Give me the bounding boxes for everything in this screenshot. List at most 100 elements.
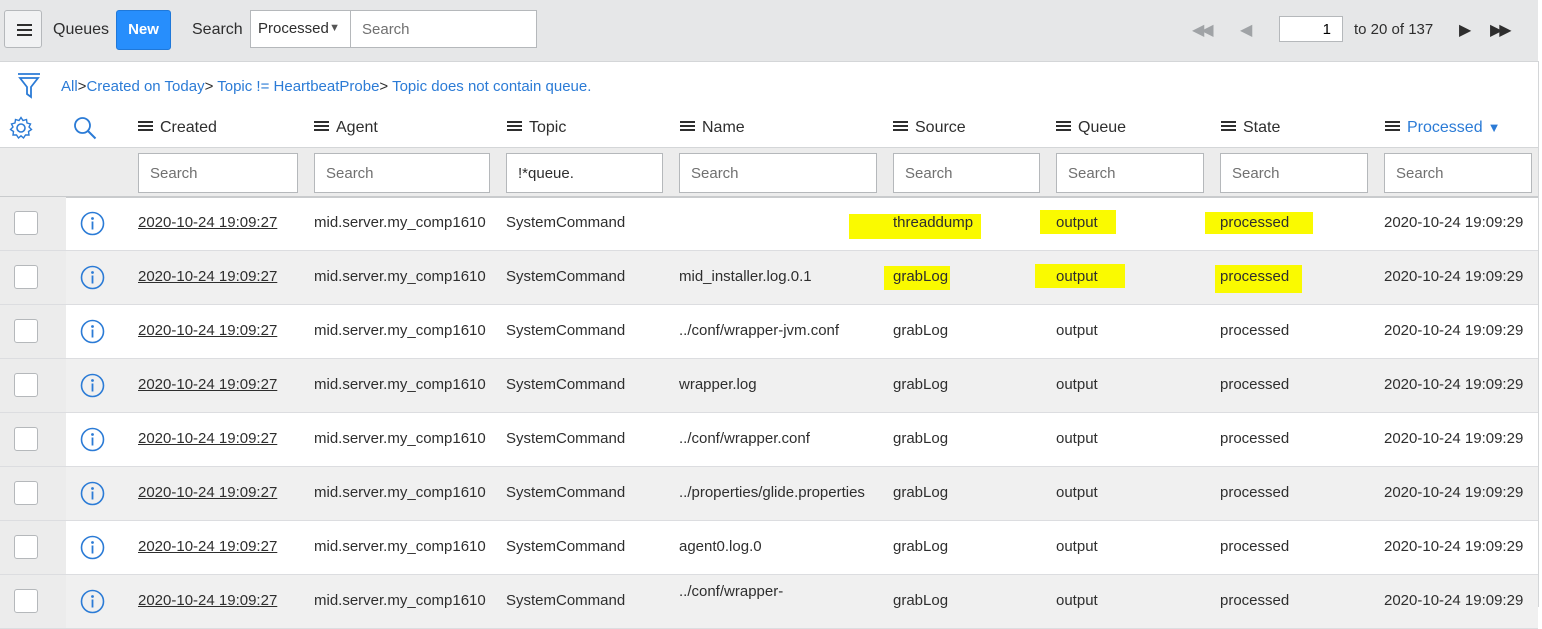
row-checkbox[interactable] [14, 589, 38, 613]
filter-state-input[interactable] [1220, 153, 1368, 193]
filter-topic-input[interactable] [506, 153, 663, 193]
cell-name: ../conf/wrapper-jvm.conf [679, 322, 840, 339]
cell-queue: output [1056, 322, 1098, 339]
row-checkbox[interactable] [14, 481, 38, 505]
column-header-name[interactable]: Name [680, 119, 745, 137]
breadcrumb-item-created[interactable]: Created on Today [86, 78, 204, 95]
cell-state: processed [1220, 214, 1290, 231]
row-checkbox[interactable] [14, 319, 38, 343]
column-header-processed[interactable]: Processed ▼ [1385, 119, 1500, 137]
cell-processed: 2020-10-24 19:09:29 [1384, 376, 1524, 393]
search-field-value: Processed [258, 20, 329, 37]
cell-name: ../conf/wrapper- [679, 583, 784, 600]
column-menu-icon[interactable] [507, 119, 522, 133]
first-page-icon[interactable]: ◀◀ [1192, 20, 1214, 40]
info-icon[interactable] [80, 481, 105, 506]
breadcrumb-item-topic-queue[interactable]: Topic does not contain queue. [392, 78, 591, 95]
last-page-icon[interactable]: ▶▶ [1490, 20, 1512, 40]
column-menu-icon[interactable] [138, 119, 153, 133]
filter-processed-input[interactable] [1384, 153, 1532, 193]
cell-agent: mid.server.my_comp1610 [314, 592, 486, 609]
column-header-topic[interactable]: Topic [507, 119, 566, 137]
row-checkbox[interactable] [14, 373, 38, 397]
cell-name: ../conf/wrapper.conf [679, 430, 810, 447]
cell-topic: SystemCommand [506, 538, 626, 555]
cell-processed: 2020-10-24 19:09:29 [1384, 214, 1524, 231]
cell-name: ../properties/glide.properties [679, 484, 865, 501]
row-checkbox[interactable] [14, 427, 38, 451]
info-icon[interactable] [80, 211, 105, 236]
column-header-source[interactable]: Source [893, 119, 966, 137]
filter-name-input[interactable] [679, 153, 877, 193]
column-menu-icon[interactable] [893, 119, 908, 133]
filter-queue-input[interactable] [1056, 153, 1204, 193]
info-icon[interactable] [80, 589, 105, 614]
column-header-queue[interactable]: Queue [1056, 119, 1126, 137]
info-icon[interactable] [80, 373, 105, 398]
dropdown-arrow-icon: ▼ [329, 22, 340, 34]
cell-created[interactable]: 2020-10-24 19:09:27 [138, 430, 277, 447]
cell-created[interactable]: 2020-10-24 19:09:27 [138, 214, 277, 231]
new-button[interactable]: New [116, 10, 171, 50]
search-icon[interactable] [73, 116, 97, 140]
search-label: Search [192, 21, 243, 38]
column-header-agent[interactable]: Agent [314, 119, 378, 137]
cell-agent: mid.server.my_comp1610 [314, 484, 486, 501]
info-icon[interactable] [80, 319, 105, 344]
filter-icon[interactable] [17, 72, 41, 100]
cell-created[interactable]: 2020-10-24 19:09:27 [138, 538, 277, 555]
menu-icon[interactable] [4, 10, 42, 48]
column-menu-icon[interactable] [1056, 119, 1071, 133]
cell-queue: output [1056, 376, 1098, 393]
cell-processed: 2020-10-24 19:09:29 [1384, 430, 1524, 447]
row-checkbox[interactable] [14, 535, 38, 559]
page-number-input[interactable] [1279, 16, 1343, 42]
cell-created[interactable]: 2020-10-24 19:09:27 [138, 322, 277, 339]
cell-source: threaddump [893, 214, 974, 231]
list-search-input[interactable] [350, 10, 537, 48]
info-icon[interactable] [80, 427, 105, 452]
gear-icon[interactable] [9, 116, 33, 140]
column-menu-icon[interactable] [1385, 119, 1400, 133]
list-title: Queues [53, 21, 110, 38]
cell-created[interactable]: 2020-10-24 19:09:27 [138, 592, 277, 609]
cell-state: processed [1220, 322, 1290, 339]
column-header-created[interactable]: Created [138, 119, 217, 137]
cell-queue: output [1056, 592, 1098, 609]
previous-page-icon[interactable]: ◀ [1240, 20, 1252, 40]
filter-created-input[interactable] [138, 153, 298, 193]
cell-state: processed [1220, 376, 1290, 393]
list-header-bar: Queues New Search Processed ▼ ◀◀ ◀ to 20… [0, 0, 1538, 62]
filter-source-input[interactable] [893, 153, 1040, 193]
cell-state: processed [1220, 430, 1290, 447]
sort-descending-icon: ▼ [1487, 120, 1501, 135]
column-menu-icon[interactable] [1221, 119, 1236, 133]
column-menu-icon[interactable] [680, 119, 695, 133]
column-header-state[interactable]: State [1221, 119, 1280, 137]
row-checkbox[interactable] [14, 211, 38, 235]
info-icon[interactable] [80, 265, 105, 290]
breadcrumb-item-all[interactable]: All [61, 78, 78, 95]
info-icon[interactable] [80, 535, 105, 560]
filter-agent-input[interactable] [314, 153, 490, 193]
cell-state: processed [1220, 268, 1290, 285]
column-menu-icon[interactable] [314, 119, 329, 133]
search-field-select[interactable]: Processed ▼ [250, 10, 351, 48]
next-page-icon[interactable]: ▶ [1459, 20, 1471, 40]
cell-state: processed [1220, 538, 1290, 555]
cell-name: wrapper.log [679, 376, 757, 393]
cell-created[interactable]: 2020-10-24 19:09:27 [138, 268, 277, 285]
cell-name: agent0.log.0 [679, 538, 762, 555]
cell-topic: SystemCommand [506, 430, 626, 447]
cell-topic: SystemCommand [506, 268, 626, 285]
breadcrumb-item-topic-heartbeat[interactable]: Topic != HeartbeatProbe [217, 78, 379, 95]
cell-queue: output [1056, 268, 1098, 285]
cell-agent: mid.server.my_comp1610 [314, 538, 486, 555]
row-checkbox[interactable] [14, 265, 38, 289]
cell-source: grabLog [893, 592, 949, 609]
cell-source: grabLog [893, 430, 949, 447]
cell-source: grabLog [893, 376, 949, 393]
cell-topic: SystemCommand [506, 484, 626, 501]
cell-created[interactable]: 2020-10-24 19:09:27 [138, 484, 277, 501]
cell-created[interactable]: 2020-10-24 19:09:27 [138, 376, 277, 393]
